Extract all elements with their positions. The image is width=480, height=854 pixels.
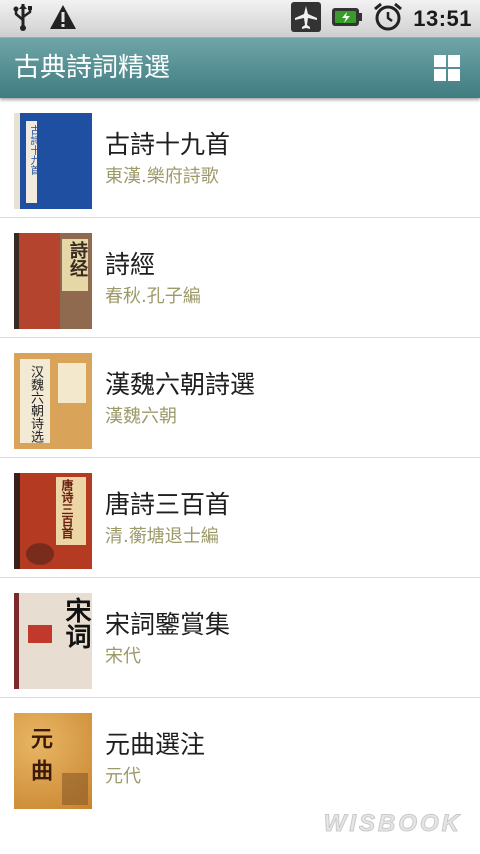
book-cover: 古詩十九首 <box>14 113 92 209</box>
watermark: WISBOOK <box>323 810 462 838</box>
book-list: 古詩十九首 古詩十九首 東漢.樂府詩歌 詩经 詩經 春秋.孔子編 汉魏六朝诗选 … <box>0 98 480 818</box>
book-subtitle: 東漢.樂府詩歌 <box>105 166 219 187</box>
status-bar: 13:51 <box>0 0 480 38</box>
list-item[interactable]: 古詩十九首 古詩十九首 東漢.樂府詩歌 <box>0 98 480 218</box>
list-item[interactable]: 宋词 宋詞鑒賞集 宋代 <box>0 578 480 698</box>
alarm-icon <box>373 2 403 36</box>
cover-title: 宋词 <box>61 597 91 649</box>
book-subtitle: 元代 <box>105 766 141 787</box>
usb-icon <box>12 2 34 36</box>
list-item[interactable]: 汉魏六朝诗选 漢魏六朝詩選 漢魏六朝 <box>0 338 480 458</box>
warning-icon <box>48 3 78 35</box>
book-title: 漢魏六朝詩選 <box>105 370 256 399</box>
battery-charging-icon <box>331 6 363 32</box>
cover-title: 元曲 <box>27 727 53 791</box>
airplane-mode-icon <box>291 2 322 36</box>
book-subtitle: 清.蘅塘退士編 <box>105 526 219 547</box>
book-title: 古詩十九首 <box>105 130 231 159</box>
book-title: 詩經 <box>105 250 156 279</box>
grid-view-icon[interactable] <box>434 55 460 81</box>
list-item[interactable]: 元曲 元曲選注 元代 <box>0 698 480 818</box>
status-time: 13:51 <box>413 6 472 31</box>
book-cover: 汉魏六朝诗选 <box>14 353 92 449</box>
book-subtitle: 春秋.孔子編 <box>105 286 201 307</box>
book-cover: 宋词 <box>14 593 92 689</box>
cover-title: 汉魏六朝诗选 <box>28 365 43 443</box>
book-title: 唐詩三百首 <box>105 490 231 519</box>
book-cover: 元曲 <box>14 713 92 809</box>
book-title: 元曲選注 <box>105 730 206 759</box>
book-title: 宋詞鑒賞集 <box>105 610 231 639</box>
book-cover: 詩经 <box>14 233 92 329</box>
app-title: 古典詩詞精選 <box>14 53 171 83</box>
cover-title: 詩经 <box>67 241 88 277</box>
cover-title: 古詩十九首 <box>28 125 39 175</box>
app-bar: 古典詩詞精選 <box>0 38 480 98</box>
list-item[interactable]: 詩经 詩經 春秋.孔子編 <box>0 218 480 338</box>
book-subtitle: 宋代 <box>105 646 141 667</box>
book-subtitle: 漢魏六朝 <box>105 406 177 427</box>
book-cover: 唐诗三百首 <box>14 473 92 569</box>
cover-title: 唐诗三百首 <box>60 479 74 539</box>
list-item[interactable]: 唐诗三百首 唐詩三百首 清.蘅塘退士編 <box>0 458 480 578</box>
